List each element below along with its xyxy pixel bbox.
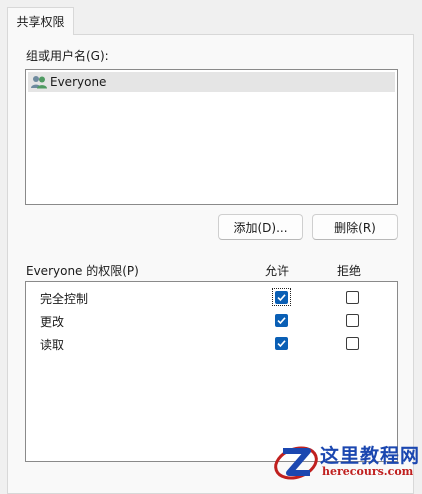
list-item-everyone[interactable]: Everyone: [28, 72, 395, 92]
watermark: 这里教程网 herecours.com: [272, 438, 422, 483]
tab-share-permissions[interactable]: 共享权限: [7, 7, 74, 35]
group-user-listbox[interactable]: Everyone: [25, 69, 398, 205]
allow-column-header: 允许: [265, 264, 290, 278]
permission-row-read: 读取: [28, 332, 395, 354]
deny-checkbox[interactable]: [346, 337, 359, 350]
checkmark-icon: [277, 294, 286, 302]
allow-checkbox[interactable]: [275, 314, 288, 327]
watermark-title: 这里教程网: [320, 445, 421, 467]
permissions-title: Everyone 的权限(P): [26, 264, 139, 278]
deny-checkbox[interactable]: [346, 291, 359, 304]
checkmark-icon: [277, 317, 286, 325]
user-name: Everyone: [50, 75, 107, 89]
allow-checkbox[interactable]: [275, 337, 288, 350]
permission-name: 读取: [40, 338, 65, 352]
remove-button-label: 删除(R): [334, 220, 376, 235]
group-list-label: 组或用户名(G):: [26, 49, 109, 63]
deny-checkbox[interactable]: [346, 314, 359, 327]
checkmark-icon: [277, 340, 286, 348]
permission-name: 完全控制: [40, 292, 89, 306]
watermark-subtitle: herecours.com: [322, 465, 414, 478]
share-permissions-panel: 组或用户名(G): Everyone 添加(D)... 删除(R) Everyo…: [7, 34, 414, 494]
permission-name: 更改: [40, 315, 65, 329]
allow-checkbox[interactable]: [275, 291, 288, 304]
add-button-label: 添加(D)...: [233, 220, 288, 235]
remove-button[interactable]: 删除(R): [312, 214, 398, 240]
tab-label: 共享权限: [16, 15, 65, 29]
permission-row-full-control: 完全控制: [28, 286, 395, 308]
deny-column-header: 拒绝: [337, 264, 362, 278]
users-icon: [31, 76, 47, 89]
add-button[interactable]: 添加(D)...: [218, 214, 303, 240]
permission-row-change: 更改: [28, 309, 395, 331]
permissions-list: 完全控制 更改 读取: [25, 281, 398, 462]
watermark-logo: [274, 446, 318, 480]
